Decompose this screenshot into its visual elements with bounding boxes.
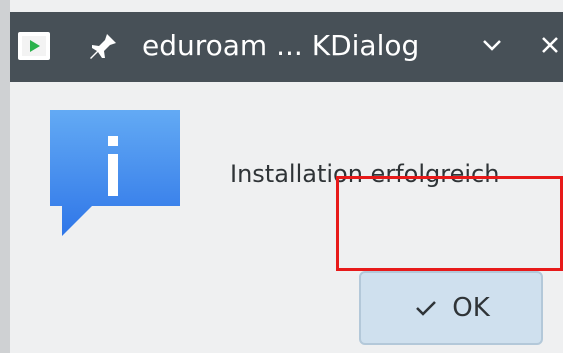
kdialog-window: eduroam ... KDialog Installation erfolgr… <box>0 0 563 353</box>
dialog-content: Installation erfolgreich OK <box>10 82 563 353</box>
window-title: eduroam ... KDialog <box>142 29 420 62</box>
window-titlebar[interactable]: eduroam ... KDialog <box>10 12 563 82</box>
chevron-down-icon[interactable] <box>478 32 506 60</box>
window-left-edge <box>0 0 10 353</box>
info-icon <box>50 110 180 236</box>
pin-icon[interactable] <box>86 30 120 64</box>
app-run-icon[interactable] <box>18 32 50 60</box>
ok-button-label: OK <box>452 293 490 323</box>
dialog-message: Installation erfolgreich <box>230 160 500 188</box>
ok-button[interactable]: OK <box>359 271 543 345</box>
close-icon[interactable] <box>536 31 563 59</box>
check-icon <box>416 301 437 316</box>
